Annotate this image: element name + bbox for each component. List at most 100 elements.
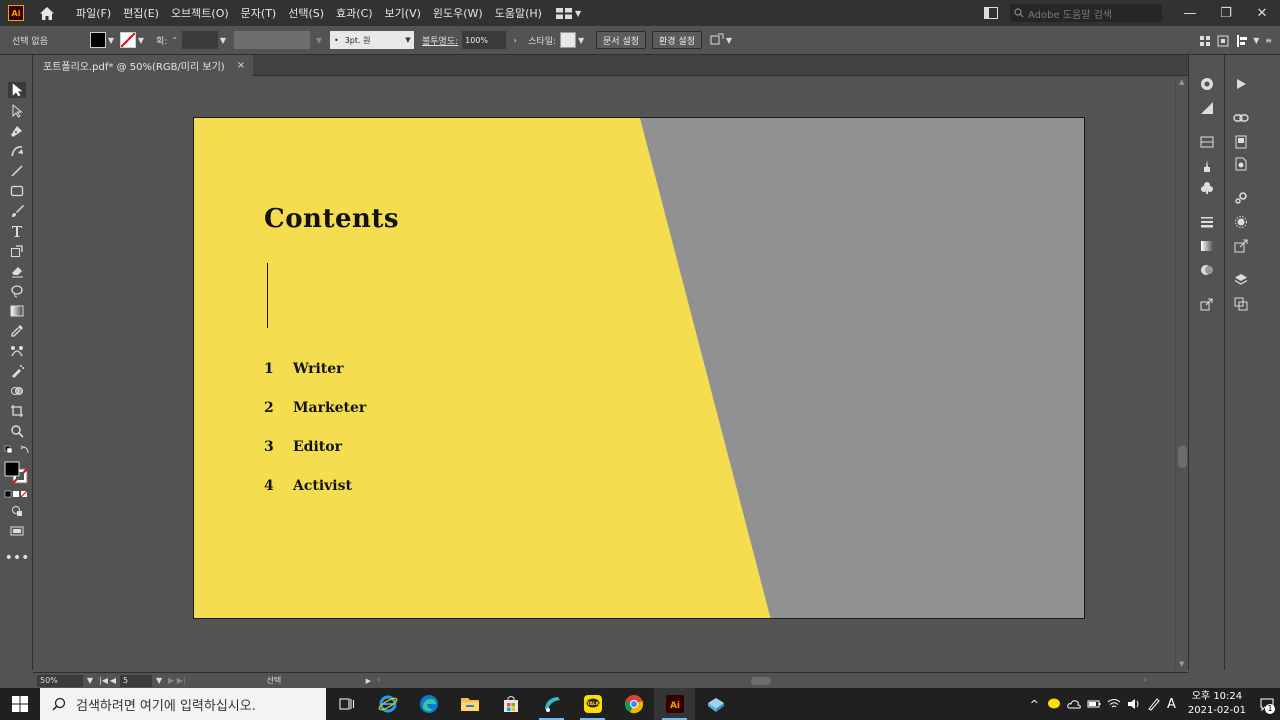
- rotate-tool-icon[interactable]: [8, 243, 26, 259]
- sun-icon[interactable]: [1232, 213, 1250, 231]
- next-artboard-icon[interactable]: ▶ ▶|: [168, 676, 186, 685]
- type-tool-icon[interactable]: [8, 223, 26, 239]
- opacity-label[interactable]: 불투명도:: [422, 34, 458, 47]
- internet-explorer-icon[interactable]: [367, 688, 408, 720]
- kakaotalk-icon[interactable]: TALK: [572, 688, 613, 720]
- chevron-down-icon[interactable]: ▼: [106, 36, 116, 45]
- actions-play-icon[interactable]: [1232, 75, 1250, 93]
- action-center-button[interactable]: 1: [1254, 688, 1280, 720]
- color-guide-icon[interactable]: [1198, 99, 1216, 117]
- brush-definition[interactable]: • 3pt. 원: [330, 31, 402, 49]
- scroll-right-icon[interactable]: ›: [1144, 675, 1147, 684]
- stroke-panel-icon[interactable]: [1198, 213, 1216, 231]
- artboard-tool-icon[interactable]: [8, 403, 26, 419]
- pen-tray-icon[interactable]: [1147, 697, 1161, 711]
- minimize-button[interactable]: —: [1172, 0, 1208, 26]
- start-button[interactable]: [0, 688, 40, 720]
- properties-icon[interactable]: [1235, 34, 1249, 48]
- horizontal-scrollbar[interactable]: ‹ ›: [377, 675, 1147, 687]
- properties-gear-icon[interactable]: [1232, 189, 1250, 207]
- artboard-number-field[interactable]: 5: [120, 674, 153, 687]
- menu-icon[interactable]: ≡: [1265, 36, 1272, 45]
- document-tab[interactable]: 포트폴리오.pdf* @ 50%(RGB/미리 보기) ×: [33, 55, 253, 76]
- align-icon[interactable]: [1199, 35, 1211, 47]
- eyedropper-tool-icon[interactable]: [8, 323, 26, 339]
- layers-icon[interactable]: [1232, 271, 1250, 289]
- chevron-down-icon[interactable]: ▼: [314, 36, 324, 45]
- draw-mode-icon[interactable]: [8, 503, 26, 519]
- task-view-icon[interactable]: [326, 688, 367, 720]
- color-mode-buttons[interactable]: [4, 489, 30, 499]
- share-icon[interactable]: [1232, 237, 1250, 255]
- transparency-icon[interactable]: [1198, 261, 1216, 279]
- taskbar-search-input[interactable]: 검색하려면 여기에 입력하십시오.: [40, 688, 326, 720]
- scroll-left-icon[interactable]: ‹: [377, 675, 380, 684]
- notepad-app-icon[interactable]: [695, 688, 736, 720]
- chevron-down-icon[interactable]: ▼: [402, 31, 414, 49]
- blend-tool-icon[interactable]: [8, 343, 26, 359]
- line-tool-icon[interactable]: [8, 163, 26, 179]
- swatches-icon[interactable]: [1198, 133, 1216, 151]
- chevron-down-icon[interactable]: ▼: [136, 36, 146, 45]
- status-info[interactable]: 선택: [193, 674, 364, 687]
- wifi-icon[interactable]: [1107, 698, 1121, 710]
- stroke-weight-field[interactable]: [182, 31, 218, 49]
- ime-indicator[interactable]: A: [1167, 697, 1176, 712]
- menu-object[interactable]: 오브젝트(O): [171, 5, 229, 21]
- wacom-app-icon[interactable]: [531, 688, 572, 720]
- menu-help[interactable]: 도움말(H): [495, 5, 542, 21]
- zoom-tool-icon[interactable]: [8, 423, 26, 439]
- export-icon[interactable]: [1198, 295, 1216, 313]
- symbols-icon[interactable]: [1198, 179, 1216, 197]
- scroll-thumb[interactable]: [1178, 446, 1187, 468]
- paintbrush-tool-icon[interactable]: [8, 203, 26, 219]
- menu-effect[interactable]: 효과(C): [336, 5, 373, 21]
- screen-mode-icon[interactable]: [8, 523, 26, 539]
- rectangle-tool-icon[interactable]: [8, 183, 26, 199]
- chrome-icon[interactable]: [613, 688, 654, 720]
- menu-type[interactable]: 문자(T): [241, 5, 277, 21]
- direct-selection-tool-icon[interactable]: [8, 103, 26, 119]
- document-setup-button[interactable]: 문서 설정: [596, 31, 647, 49]
- chevron-down-icon[interactable]: ▼: [85, 676, 95, 685]
- home-icon[interactable]: [36, 2, 58, 24]
- menu-view[interactable]: 보기(V): [385, 5, 421, 21]
- scroll-down-icon[interactable]: ▼: [1179, 660, 1184, 668]
- selection-tool-icon[interactable]: [8, 82, 26, 98]
- clock[interactable]: 오후 10:24 2021-02-01: [1180, 690, 1254, 718]
- arrange-icon[interactable]: [710, 33, 724, 47]
- scroll-thumb[interactable]: [750, 676, 771, 685]
- symbol-sprayer-tool-icon[interactable]: [8, 363, 26, 379]
- links-icon[interactable]: [1232, 109, 1250, 127]
- panel-toggle-icon[interactable]: [984, 7, 998, 19]
- close-window-button[interactable]: ✕: [1244, 0, 1280, 26]
- variable-width-profile[interactable]: [234, 31, 310, 49]
- eraser-tool-icon[interactable]: [8, 263, 26, 279]
- chevron-up-icon[interactable]: ^: [1030, 698, 1039, 711]
- opacity-field[interactable]: 100%: [462, 31, 507, 49]
- fill-swatch[interactable]: [89, 32, 106, 48]
- vertical-scrollbar[interactable]: ▲ ▼: [1175, 76, 1188, 670]
- close-tab-icon[interactable]: ×: [237, 60, 245, 71]
- chevron-down-icon[interactable]: ▼: [1251, 36, 1261, 45]
- volume-icon[interactable]: [1127, 698, 1141, 710]
- brushes-icon[interactable]: [1198, 157, 1216, 175]
- illustrator-taskbar-icon[interactable]: Ai: [654, 688, 695, 720]
- curvature-tool-icon[interactable]: [8, 143, 26, 159]
- first-artboard-icon[interactable]: |◀: [99, 676, 108, 685]
- battery-icon[interactable]: [1087, 699, 1101, 709]
- chevron-down-icon[interactable]: ▼: [218, 36, 228, 45]
- gradient-tool-icon[interactable]: [8, 303, 26, 319]
- fill-stroke-swatches[interactable]: [3, 460, 31, 486]
- status-menu-icon[interactable]: ▶: [366, 677, 371, 685]
- gradient-panel-icon[interactable]: [1198, 237, 1216, 255]
- appearance-panel-icon[interactable]: [1198, 75, 1216, 93]
- edge-icon[interactable]: [408, 688, 449, 720]
- stepper-icon[interactable]: ⌃: [171, 36, 178, 45]
- prev-artboard-icon[interactable]: ◀: [110, 676, 116, 685]
- preferences-button[interactable]: 환경 설정: [652, 31, 702, 49]
- more-tools-icon[interactable]: •••: [5, 550, 30, 566]
- chevron-down-icon[interactable]: ▼: [154, 676, 164, 685]
- cc-libraries-icon[interactable]: [1232, 133, 1250, 151]
- artboard[interactable]: Contents 1 Writer 2 Marketer 3 Editor 4 …: [193, 117, 1085, 619]
